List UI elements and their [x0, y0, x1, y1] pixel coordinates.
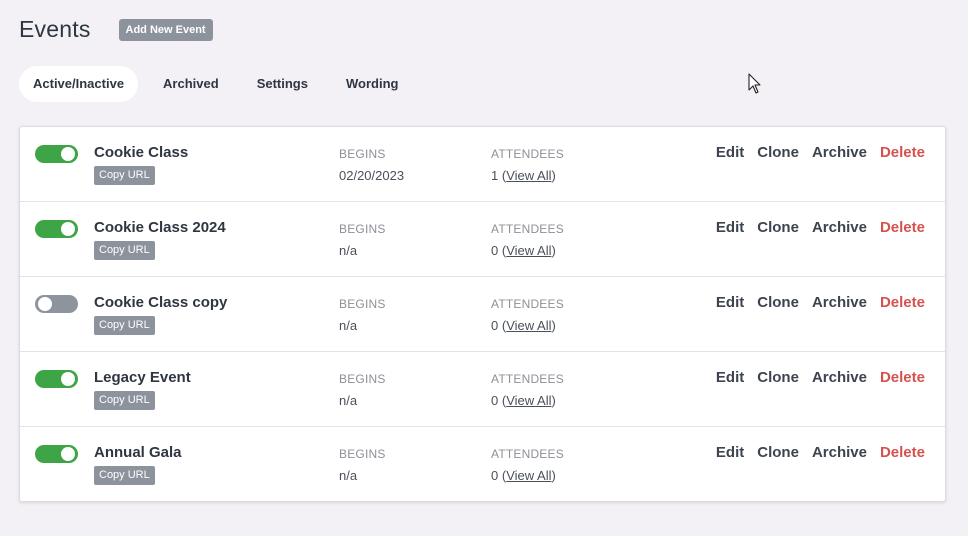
delete-button[interactable]: Delete: [880, 219, 925, 236]
view-all-link[interactable]: View All: [506, 468, 551, 483]
attendees-label: ATTENDEES: [491, 222, 564, 236]
edit-button[interactable]: Edit: [716, 444, 744, 461]
event-name[interactable]: Cookie Class copy: [94, 294, 227, 311]
clone-button[interactable]: Clone: [757, 294, 799, 311]
page-title: Events: [19, 16, 91, 42]
event-name[interactable]: Cookie Class 2024: [94, 219, 226, 236]
attendees-label: ATTENDEES: [491, 297, 564, 311]
begins-label: BEGINS: [339, 447, 386, 461]
mouse-cursor-icon: [748, 73, 761, 94]
toggle-knob: [61, 222, 75, 236]
tab-bar: Active/Inactive Archived Settings Wordin…: [19, 66, 422, 102]
event-active-toggle[interactable]: [35, 370, 78, 388]
delete-button[interactable]: Delete: [880, 294, 925, 311]
edit-button[interactable]: Edit: [716, 369, 744, 386]
copy-url-button[interactable]: Copy URL: [94, 241, 155, 260]
attendees-label: ATTENDEES: [491, 372, 564, 386]
begins-value: 02/20/2023: [339, 168, 405, 183]
begins-value: n/a: [339, 318, 358, 333]
tab-settings[interactable]: Settings: [243, 66, 322, 102]
attendees-label: ATTENDEES: [491, 147, 564, 161]
archive-button[interactable]: Archive: [812, 294, 867, 311]
delete-button[interactable]: Delete: [880, 369, 925, 386]
events-list: Cookie Class Copy URL BEGINS 02/20/2023 …: [19, 126, 946, 502]
clone-button[interactable]: Clone: [757, 219, 799, 236]
row-actions: Edit Clone Archive Delete: [703, 219, 925, 236]
event-name[interactable]: Cookie Class: [94, 144, 188, 161]
row-actions: Edit Clone Archive Delete: [703, 294, 925, 311]
delete-button[interactable]: Delete: [880, 444, 925, 461]
archive-button[interactable]: Archive: [812, 219, 867, 236]
event-active-toggle[interactable]: [35, 445, 78, 463]
row-actions: Edit Clone Archive Delete: [703, 369, 925, 386]
view-all-link[interactable]: View All: [506, 393, 551, 408]
begins-label: BEGINS: [339, 297, 386, 311]
view-all-link[interactable]: View All: [506, 243, 551, 258]
begins-value: n/a: [339, 243, 358, 258]
clone-button[interactable]: Clone: [757, 369, 799, 386]
attendees-value: 1 (View All): [491, 168, 556, 183]
attendee-count: 0: [491, 393, 499, 408]
edit-button[interactable]: Edit: [716, 144, 744, 161]
edit-button[interactable]: Edit: [716, 294, 744, 311]
attendees-label: ATTENDEES: [491, 447, 564, 461]
event-active-toggle[interactable]: [35, 220, 78, 238]
attendees-value: 0 (View All): [491, 393, 556, 408]
row-actions: Edit Clone Archive Delete: [703, 144, 925, 161]
copy-url-button[interactable]: Copy URL: [94, 391, 155, 410]
attendees-value: 0 (View All): [491, 318, 556, 333]
event-row: Cookie Class 2024 Copy URL BEGINS n/a AT…: [20, 202, 945, 277]
begins-label: BEGINS: [339, 222, 386, 236]
begins-label: BEGINS: [339, 372, 386, 386]
copy-url-button[interactable]: Copy URL: [94, 466, 155, 485]
event-row: Cookie Class Copy URL BEGINS 02/20/2023 …: [20, 127, 945, 202]
event-row: Cookie Class copy Copy URL BEGINS n/a AT…: [20, 277, 945, 352]
page-header: Events Add New Event: [19, 16, 213, 43]
tab-active-inactive[interactable]: Active/Inactive: [19, 66, 139, 102]
copy-url-button[interactable]: Copy URL: [94, 166, 155, 185]
view-all-link[interactable]: View All: [506, 168, 551, 183]
archive-button[interactable]: Archive: [812, 444, 867, 461]
attendee-count: 1: [491, 168, 499, 183]
attendee-count: 0: [491, 243, 499, 258]
archive-button[interactable]: Archive: [812, 369, 867, 386]
archive-button[interactable]: Archive: [812, 144, 867, 161]
event-name[interactable]: Legacy Event: [94, 369, 191, 386]
toggle-knob: [61, 147, 75, 161]
add-new-event-button[interactable]: Add New Event: [118, 18, 213, 41]
begins-value: n/a: [339, 393, 358, 408]
row-actions: Edit Clone Archive Delete: [703, 444, 925, 461]
view-all-link[interactable]: View All: [506, 318, 551, 333]
clone-button[interactable]: Clone: [757, 444, 799, 461]
clone-button[interactable]: Clone: [757, 144, 799, 161]
toggle-knob: [61, 372, 75, 386]
event-active-toggle[interactable]: [35, 145, 78, 163]
event-name[interactable]: Annual Gala: [94, 444, 182, 461]
copy-url-button[interactable]: Copy URL: [94, 316, 155, 335]
toggle-knob: [38, 297, 52, 311]
attendees-value: 0 (View All): [491, 468, 556, 483]
attendees-value: 0 (View All): [491, 243, 556, 258]
attendee-count: 0: [491, 468, 499, 483]
edit-button[interactable]: Edit: [716, 219, 744, 236]
event-row: Annual Gala Copy URL BEGINS n/a ATTENDEE…: [20, 427, 945, 502]
delete-button[interactable]: Delete: [880, 144, 925, 161]
attendee-count: 0: [491, 318, 499, 333]
tab-archived[interactable]: Archived: [149, 66, 233, 102]
begins-label: BEGINS: [339, 147, 386, 161]
event-row: Legacy Event Copy URL BEGINS n/a ATTENDE…: [20, 352, 945, 427]
tab-wording[interactable]: Wording: [332, 66, 412, 102]
toggle-knob: [61, 447, 75, 461]
begins-value: n/a: [339, 468, 358, 483]
event-active-toggle[interactable]: [35, 295, 78, 313]
